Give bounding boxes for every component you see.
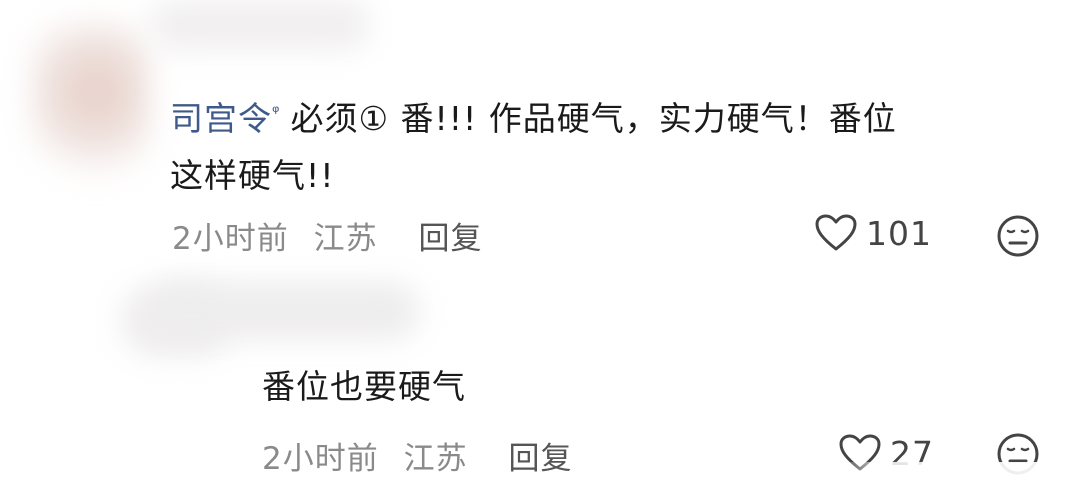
watermark-overlay — [838, 462, 1080, 504]
comment-text: 司宫令ᵠ 必须① 番!!! 作品硬气，实力硬气！番位 这样硬气!! — [170, 84, 1050, 204]
comment-time: 2小时前 — [172, 221, 289, 257]
reply-button[interactable]: 回复 — [508, 441, 572, 477]
like-button[interactable]: 101 — [814, 213, 932, 253]
comment-body-line2: 这样硬气!! — [170, 156, 335, 195]
user-badge-icon: ᵠ — [272, 102, 281, 123]
reply-username — [150, 282, 420, 340]
reply-button[interactable]: 回复 — [418, 221, 482, 257]
react-button[interactable] — [996, 214, 1040, 262]
heart-outline-icon — [815, 214, 857, 251]
reply-comment-text: 番位也要硬气 — [262, 367, 466, 406]
comment-location: 江苏 — [313, 221, 378, 257]
neutral-face-icon — [997, 215, 1039, 257]
reply-comment-meta: 2小时前 江苏 回复 — [262, 433, 572, 478]
comment-body-line1: 必须① 番!!! 作品硬气，实力硬气！番位 — [290, 99, 897, 138]
blurred-username — [150, 0, 370, 50]
reply-comment-time: 2小时前 — [262, 441, 379, 477]
avatar[interactable] — [30, 20, 150, 180]
comment-username[interactable]: 司宫令 — [170, 99, 272, 138]
reply-comment-location: 江苏 — [403, 441, 468, 477]
like-count: 101 — [866, 213, 932, 253]
comment-meta: 2小时前 江苏 回复 — [172, 213, 482, 258]
comment-item: 司宫令ᵠ 必须① 番!!! 作品硬气，实力硬气！番位 这样硬气!! — [170, 84, 1050, 204]
